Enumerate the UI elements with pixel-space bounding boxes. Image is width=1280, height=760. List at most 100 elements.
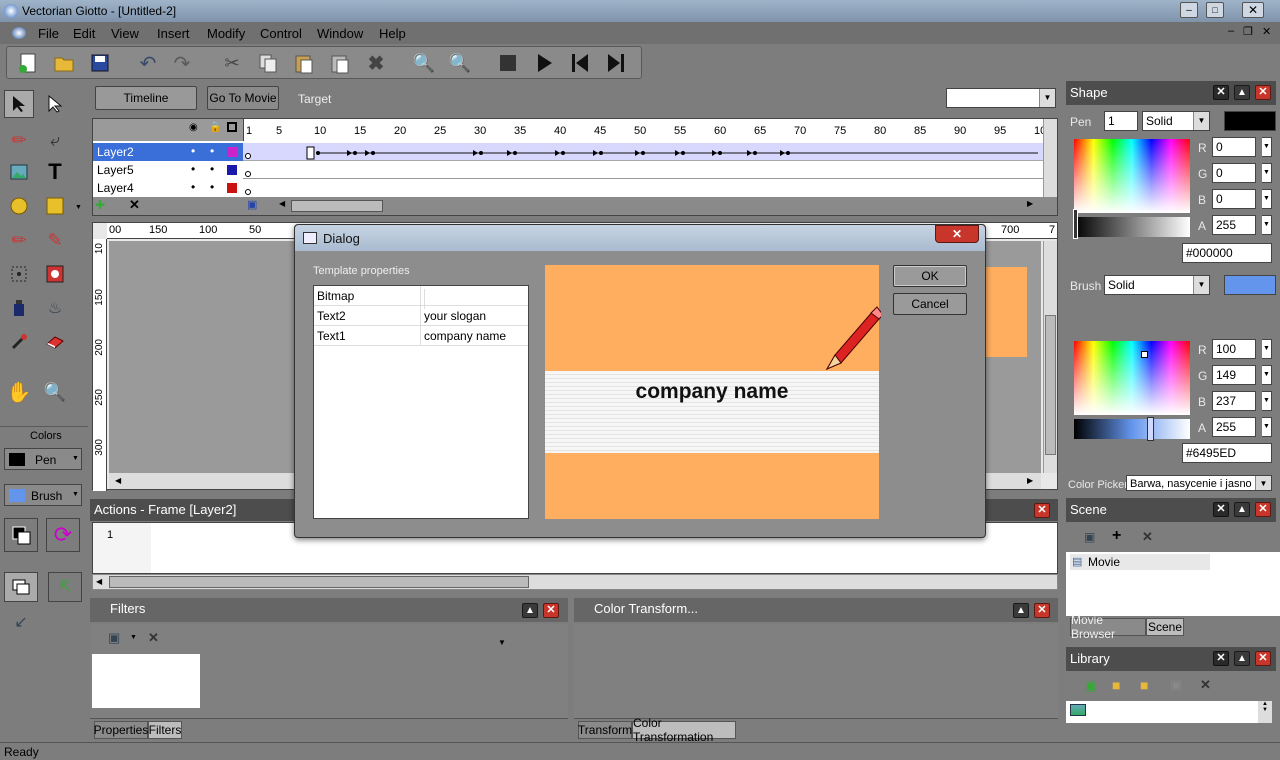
keyframe-dot[interactable]	[513, 151, 517, 155]
pin-filters-button[interactable]: ▲	[522, 603, 538, 618]
delete-icon[interactable]: ✖	[361, 49, 391, 77]
scroll-right-icon[interactable]: ▶	[1027, 199, 1033, 208]
layer-color-swatch[interactable]	[227, 165, 237, 175]
keyframe-dot[interactable]	[718, 151, 722, 155]
keyframe-dot[interactable]	[753, 151, 757, 155]
selection-tool-icon[interactable]	[4, 90, 34, 118]
eyedropper-icon[interactable]	[4, 328, 34, 356]
keyframe-dot[interactable]	[681, 151, 685, 155]
go-to-start-icon[interactable]	[565, 49, 595, 77]
eraser-tool-icon[interactable]: ✎	[40, 226, 70, 254]
keyframe-dot[interactable]	[371, 151, 375, 155]
minimize-button[interactable]: –	[1180, 2, 1198, 18]
ink-bottle-icon[interactable]	[4, 294, 34, 322]
rectangle-tool-icon[interactable]	[40, 192, 70, 220]
pen-a-spinner[interactable]: ▼	[1262, 215, 1272, 235]
library-list[interactable]	[1066, 701, 1272, 723]
dialog-close-button[interactable]: ✕	[935, 225, 979, 243]
menu-insert[interactable]: Insert	[157, 26, 190, 41]
tab-properties[interactable]: Properties	[94, 721, 148, 739]
tab-color-transformation[interactable]: Color Transformation	[632, 716, 736, 744]
menu-window[interactable]: Window	[317, 26, 363, 41]
brush-lightness-marker[interactable]	[1147, 417, 1154, 441]
layer-row-layer5[interactable]: Layer5 • •	[93, 161, 1043, 179]
menu-file[interactable]: File	[38, 26, 59, 41]
go-to-movie-button[interactable]: Go To Movie	[207, 86, 279, 110]
pen-b-field[interactable]: 0	[1212, 189, 1256, 209]
pen-hex-field[interactable]: #000000	[1182, 243, 1272, 263]
pen-g-field[interactable]: 0	[1212, 163, 1256, 183]
close-scene-x-button[interactable]: ✕	[1213, 502, 1229, 517]
lock-dot[interactable]: •	[210, 144, 214, 158]
table-row[interactable]: Text2 your slogan	[314, 306, 528, 326]
properties-icon[interactable]: ▣	[1170, 677, 1182, 693]
keyframe-dot[interactable]	[641, 151, 645, 155]
pen-r-field[interactable]: 0	[1212, 137, 1256, 157]
pen-lightness-bar[interactable]	[1074, 217, 1190, 237]
eye-icon[interactable]: ◉	[189, 122, 198, 133]
keyframe-dot[interactable]	[561, 151, 565, 155]
layer-frames[interactable]	[243, 143, 1043, 161]
snap-mode-icon[interactable]: ⇱	[48, 572, 82, 602]
pen-spectrum[interactable]	[1074, 139, 1190, 213]
tab-filters[interactable]: Filters	[148, 721, 182, 739]
scroll-left-icon[interactable]: ◀	[96, 577, 102, 586]
keyframe-dot[interactable]	[353, 151, 357, 155]
menu-view[interactable]: View	[111, 26, 139, 41]
keyframe-dot[interactable]	[479, 151, 483, 155]
pen-g-spinner[interactable]: ▼	[1262, 163, 1272, 183]
keyframe-dot[interactable]	[786, 151, 790, 155]
new-scene-icon[interactable]: ▣	[1084, 530, 1095, 544]
close-color-transform-button[interactable]: ✕	[1034, 603, 1050, 618]
new-folder-icon[interactable]: ■	[1112, 677, 1120, 693]
new-symbol-icon[interactable]: ▣	[1084, 678, 1096, 694]
undo-icon[interactable]: ↶	[133, 49, 163, 77]
cancel-button[interactable]: Cancel	[893, 293, 967, 315]
canvas-vscroll[interactable]	[1043, 241, 1057, 473]
default-colors-icon[interactable]: ⟳	[46, 518, 80, 552]
eraser-shape-icon[interactable]	[40, 328, 70, 356]
visible-dot[interactable]: •	[191, 144, 195, 158]
close-scene-button[interactable]: ✕	[1255, 502, 1271, 517]
menu-help[interactable]: Help	[379, 26, 406, 41]
close-window-button[interactable]: ✕	[1242, 2, 1264, 18]
brush-b-spinner[interactable]: ▼	[1262, 391, 1272, 411]
table-row[interactable]: Text1 company name	[314, 326, 528, 346]
mdi-minimize-icon[interactable]: –	[1228, 25, 1234, 37]
timeline-scroll-thumb[interactable]	[291, 200, 383, 212]
mdi-close-icon[interactable]: ✕	[1262, 25, 1271, 38]
pencil-tool-icon[interactable]: ✏	[4, 126, 34, 154]
pen-style-select[interactable]: Solid ▼	[1142, 111, 1210, 131]
pen-r-spinner[interactable]: ▼	[1262, 137, 1272, 157]
filters-list[interactable]	[92, 654, 200, 708]
pin-color-transform-button[interactable]: ▲	[1013, 603, 1029, 618]
paste-special-icon[interactable]	[325, 49, 355, 77]
remove-filter-icon[interactable]: ✕	[148, 630, 159, 646]
open-icon[interactable]	[49, 49, 79, 77]
layer-color-swatch[interactable]	[227, 147, 237, 157]
zoom-in-icon[interactable]: 🔍	[409, 49, 439, 77]
pen-color-button[interactable]: Pen ▼	[4, 448, 82, 470]
go-to-end-icon[interactable]	[601, 49, 631, 77]
color-picker-select[interactable]: Barwa, nasycenie i jasno ▼	[1126, 475, 1272, 491]
maximize-button[interactable]: □	[1206, 2, 1224, 18]
close-library-button[interactable]: ✕	[1255, 651, 1271, 666]
lock-dot[interactable]: •	[210, 162, 214, 176]
hand-tool-icon[interactable]: ✋	[4, 378, 34, 406]
object-mode-icon[interactable]	[4, 572, 38, 602]
tab-transform[interactable]: Transform	[578, 721, 632, 739]
zoom-tool-icon[interactable]: 🔍	[40, 378, 70, 406]
pin-scene-button[interactable]: ▲	[1234, 502, 1250, 517]
actions-hscroll[interactable]: ◀	[92, 574, 1058, 590]
redo-icon[interactable]: ↷	[167, 49, 197, 77]
save-icon[interactable]	[85, 49, 115, 77]
target-select[interactable]: ▼	[946, 88, 1056, 108]
brush-lightness-bar[interactable]	[1074, 419, 1190, 439]
brush-g-field[interactable]: 149	[1212, 365, 1256, 385]
brush-a-field[interactable]: 255	[1212, 417, 1256, 437]
close-shape-x-button[interactable]: ✕	[1213, 85, 1229, 100]
shrink-icon[interactable]: ↙	[6, 608, 36, 636]
lock-icon[interactable]: 🔒	[209, 122, 221, 133]
property-value[interactable]: company name	[424, 329, 506, 343]
pen-width-field[interactable]: 1	[1104, 111, 1138, 131]
